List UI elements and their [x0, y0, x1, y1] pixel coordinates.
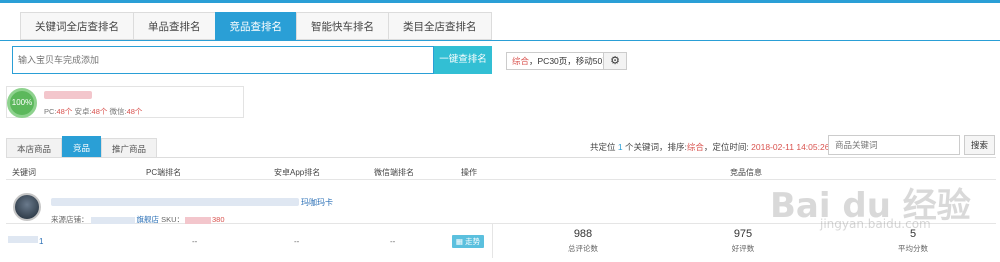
header-wechat-rank: 微信端排名 — [374, 168, 414, 177]
wechat-rank-value: -- — [390, 237, 396, 246]
pc-label: PC: — [44, 107, 57, 116]
tab-underline — [0, 40, 1000, 41]
blurred-keyword — [8, 236, 38, 243]
sku-label: SKU： — [161, 215, 185, 224]
android-count: 48个 — [91, 107, 108, 116]
pc-count: 48个 — [56, 107, 73, 116]
tab-keyword-store-rank[interactable]: 关键词全店查排名 — [20, 12, 133, 40]
progress-circle: 100% — [7, 88, 37, 118]
tab-category-store-rank[interactable]: 类目全店查排名 — [388, 12, 492, 40]
sku-tail: 380 — [212, 215, 225, 224]
keyword-count: 1 — [617, 142, 623, 152]
locate-middle: 个关键词，排序: — [625, 142, 687, 152]
total-reviews-label: 总评论数 — [568, 244, 598, 253]
average-score-label: 平均分数 — [898, 244, 928, 253]
sub-tab-bar: 本店商品 竞品 推广商品 — [6, 136, 158, 158]
tab-smart-express-rank[interactable]: 智能快车排名 — [296, 12, 388, 40]
wechat-label: 微信: — [109, 107, 127, 116]
blurred-store-name — [44, 91, 92, 99]
trend-button[interactable]: ▦ 走势 — [452, 235, 484, 248]
blurred-sku — [185, 216, 212, 224]
locate-prefix: 共定位 — [590, 142, 616, 152]
store-suffix[interactable]: 旗舰店 — [137, 215, 160, 224]
tab-competitor-rank[interactable]: 竞品查排名 — [214, 12, 296, 40]
keyword-filter-input[interactable] — [829, 136, 959, 154]
locate-time: 2018-02-11 14:05:26 — [751, 142, 830, 152]
one-click-rank-button[interactable]: 一键查排名 — [434, 46, 492, 74]
header-android-rank: 安卓App排名 — [274, 168, 321, 177]
time-label: ，定位时间: — [703, 142, 749, 152]
sort-mode-label: 综合 — [512, 56, 530, 66]
positive-reviews-label: 好评数 — [731, 244, 755, 253]
rank-settings-display[interactable]: 综合，PC30页，移动50页 — [506, 52, 617, 70]
tab-competitors[interactable]: 竞品 — [62, 136, 102, 158]
product-search-input[interactable] — [13, 47, 433, 73]
wechat-count: 48个 — [126, 107, 143, 116]
top-accent-bar — [0, 0, 1000, 3]
locate-summary: 共定位 1 个关键词，排序:综合，定位时间: 2018-02-11 14:05:… — [590, 141, 829, 153]
keyword-tail: 1 — [39, 237, 44, 246]
positive-reviews-value: 975 — [733, 228, 753, 240]
blurred-store — [90, 216, 135, 224]
header-pc-rank: PC端排名 — [146, 168, 182, 177]
baidu-watermark-url: jingyan.baidu.com — [820, 217, 931, 231]
trend-label: 走势 — [465, 237, 481, 246]
source-label: 来源店铺： — [51, 215, 89, 224]
metric-average-score: 5 平均分数 — [853, 228, 973, 254]
sub-tab-underline — [6, 157, 996, 158]
header-competitor-info: 竞品信息 — [730, 168, 762, 177]
tab-promoted-products[interactable]: 推广商品 — [101, 138, 158, 158]
tab-own-products[interactable]: 本店商品 — [6, 138, 63, 158]
header-keyword: 关键词 — [12, 168, 36, 177]
main-tab-bar: 关键词全店查排名 单品查排名 竞品查排名 智能快车排名 类目全店查排名 — [20, 12, 492, 40]
blurred-product-title — [51, 198, 299, 206]
header-actions: 操作 — [461, 168, 477, 177]
product-search-box — [12, 46, 434, 74]
pc-rank-value: -- — [192, 237, 198, 246]
keyword-search-button[interactable]: 搜索 — [964, 135, 995, 155]
gear-icon[interactable]: ⚙ — [603, 52, 627, 70]
tab-single-product-rank[interactable]: 单品查排名 — [133, 12, 215, 40]
sort-value: 综合 — [686, 142, 704, 152]
product-title-link[interactable]: 玛咖玛卡 — [301, 197, 333, 208]
keyword-filter-box — [828, 135, 960, 155]
android-label: 安卓: — [74, 107, 92, 116]
pages-setting-text: ，PC30页，移动50页 — [529, 56, 611, 66]
product-thumbnail[interactable] — [13, 193, 41, 221]
platform-stats: PC:48个 安卓:48个 微信:48个 — [44, 106, 142, 117]
android-rank-value: -- — [294, 237, 300, 246]
chart-icon: ▦ — [455, 237, 463, 246]
metric-positive-reviews: 975 好评数 — [683, 228, 803, 254]
total-reviews-value: 988 — [573, 228, 593, 240]
metric-total-reviews: 988 总评论数 — [523, 228, 643, 254]
